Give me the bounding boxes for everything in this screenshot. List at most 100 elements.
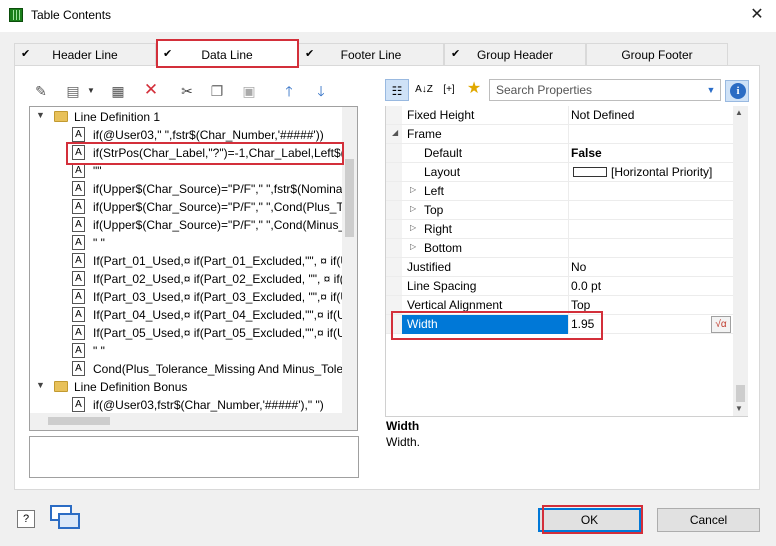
properties-icon[interactable]: ▦ (109, 82, 127, 100)
new-item-icon[interactable]: ▤ (64, 82, 82, 100)
row-gutter (386, 315, 402, 333)
tree-item-label: if(Upper$(Char_Source)="P/F"," ",fstr$(N… (93, 182, 343, 196)
row-gutter (386, 258, 402, 276)
property-row[interactable]: Vertical Alignment Top (386, 296, 733, 315)
copy-icon[interactable]: ❐ (208, 82, 226, 100)
tree-item-label: "" (93, 164, 102, 178)
expand-all-icon[interactable]: [+] (437, 79, 461, 101)
tab-header-line[interactable]: ✔ Header Line (14, 43, 156, 65)
text-field-icon: A (72, 343, 85, 358)
property-row-selected[interactable]: Width 1.95 √α (386, 315, 733, 334)
tree-item-label: " " (93, 344, 105, 358)
property-name: Bottom (424, 241, 463, 255)
scroll-down-icon[interactable]: ▼ (735, 404, 743, 413)
expand-icon[interactable]: ▷ (410, 223, 416, 232)
property-row[interactable]: ◢ Frame (386, 125, 733, 144)
tab-group-footer[interactable]: Group Footer (586, 43, 728, 65)
property-name: Vertical Alignment (407, 298, 503, 312)
text-field-icon: A (72, 163, 85, 178)
tree-item-label: if(Upper$(Char_Source)="P/F"," ",Cond(Pl… (93, 200, 350, 214)
property-row[interactable]: Line Spacing 0.0 pt (386, 277, 733, 296)
property-value[interactable]: Not Defined (571, 108, 634, 122)
search-placeholder: Search Properties (496, 83, 593, 97)
tree-vertical-scrollbar[interactable] (342, 107, 357, 413)
description-text: Width. (386, 435, 421, 449)
expand-icon[interactable]: ▷ (410, 204, 416, 213)
collapse-icon[interactable]: ▼ (36, 380, 45, 390)
property-name: Width (407, 317, 438, 331)
property-value[interactable]: 0.0 pt (571, 279, 601, 293)
close-icon[interactable]: ✕ (742, 2, 772, 28)
property-row[interactable]: Fixed Height Not Defined (386, 106, 733, 125)
scroll-thumb[interactable] (48, 417, 110, 425)
tab-label: Data Line (201, 48, 253, 62)
property-value[interactable]: 1.95 (571, 317, 594, 331)
property-name: Top (424, 203, 444, 217)
property-row[interactable]: ▷ Right (386, 220, 733, 239)
text-field-icon: A (72, 127, 85, 142)
paste-icon[interactable]: ▣ (240, 82, 258, 100)
star-icon[interactable]: ★ (463, 78, 485, 100)
sort-az-icon[interactable]: A↓Z (413, 79, 435, 101)
property-row[interactable]: Layout [Horizontal Priority] (386, 163, 733, 182)
tab-data-line[interactable]: ✔ Data Line (156, 40, 298, 66)
scroll-thumb[interactable] (345, 159, 354, 237)
row-gutter (386, 201, 402, 219)
text-field-icon: A (72, 325, 85, 340)
wizard-icon[interactable]: ✎ (32, 82, 50, 100)
property-name: Frame (407, 127, 442, 141)
property-row[interactable]: ▷ Top (386, 201, 733, 220)
column-separator (568, 163, 569, 181)
property-value[interactable]: Top (571, 298, 590, 312)
formula-button[interactable]: √α (711, 316, 731, 333)
property-value[interactable]: False (571, 146, 602, 160)
property-row[interactable]: ▷ Bottom (386, 239, 733, 258)
tab-group-header[interactable]: ✔ Group Header (444, 43, 586, 65)
frame-swatch (573, 167, 607, 177)
column-separator (568, 258, 569, 276)
tree-item-label: Cond(Plus_Tolerance_Missing And Minus_To… (93, 362, 348, 376)
property-value[interactable]: [Horizontal Priority] (611, 165, 712, 179)
text-field-icon: A (72, 217, 85, 232)
search-properties-input[interactable]: Search Properties ▼ (489, 79, 721, 101)
collapse-icon[interactable]: ▼ (36, 110, 45, 120)
chevron-down-icon[interactable]: ▼ (704, 80, 718, 100)
property-scrollbar[interactable]: ▲ ▼ (733, 106, 748, 417)
scroll-thumb[interactable] (736, 385, 745, 402)
help-icon[interactable]: ? (17, 510, 35, 528)
move-down-icon[interactable]: 🡓 (312, 82, 330, 100)
property-value[interactable]: No (571, 260, 586, 274)
window-layout-icon[interactable] (50, 505, 82, 531)
expand-icon[interactable]: ▷ (410, 242, 416, 251)
property-row[interactable]: Justified No (386, 258, 733, 277)
delete-icon[interactable]: ✕ (142, 81, 160, 99)
property-grid[interactable]: Fixed Height Not Defined ◢ Frame Default… (385, 106, 733, 417)
tree-description-box (29, 436, 359, 478)
expand-icon[interactable]: ▷ (410, 185, 416, 194)
property-row[interactable]: ▷ Left (386, 182, 733, 201)
property-row[interactable]: Default False (386, 144, 733, 163)
tree-horizontal-scrollbar[interactable] (30, 413, 357, 430)
tab-footer-line[interactable]: ✔ Footer Line (298, 43, 444, 65)
chevron-down-icon[interactable]: ▼ (82, 82, 100, 100)
line-definition-tree[interactable]: ▼ Line Definition 1 A if(@User03," ",fst… (29, 106, 358, 431)
text-field-icon: A (72, 397, 85, 412)
column-separator (568, 201, 569, 219)
collapse-icon[interactable]: ◢ (392, 128, 398, 137)
tab-label: Header Line (52, 48, 118, 62)
ok-button[interactable]: OK (538, 508, 641, 532)
property-name: Line Spacing (407, 279, 477, 293)
tree-item-label: if(@User03," ",fstr$(Char_Number,'#####'… (93, 128, 324, 142)
column-separator (568, 277, 569, 295)
row-gutter (386, 106, 402, 124)
categorized-icon[interactable]: ☷ (385, 79, 409, 101)
property-description: Width Width. (385, 416, 748, 478)
scroll-up-icon[interactable]: ▲ (735, 108, 743, 117)
info-button[interactable]: i (725, 80, 749, 102)
move-up-icon[interactable]: 🡑 (280, 82, 298, 100)
tree-item-label: If(Part_05_Used,¤ if(Part_05_Excluded,""… (93, 326, 353, 340)
cut-icon[interactable]: ✂ (178, 82, 196, 100)
text-field-icon: A (72, 289, 85, 304)
cancel-button[interactable]: Cancel (657, 508, 760, 532)
column-separator (568, 144, 569, 162)
